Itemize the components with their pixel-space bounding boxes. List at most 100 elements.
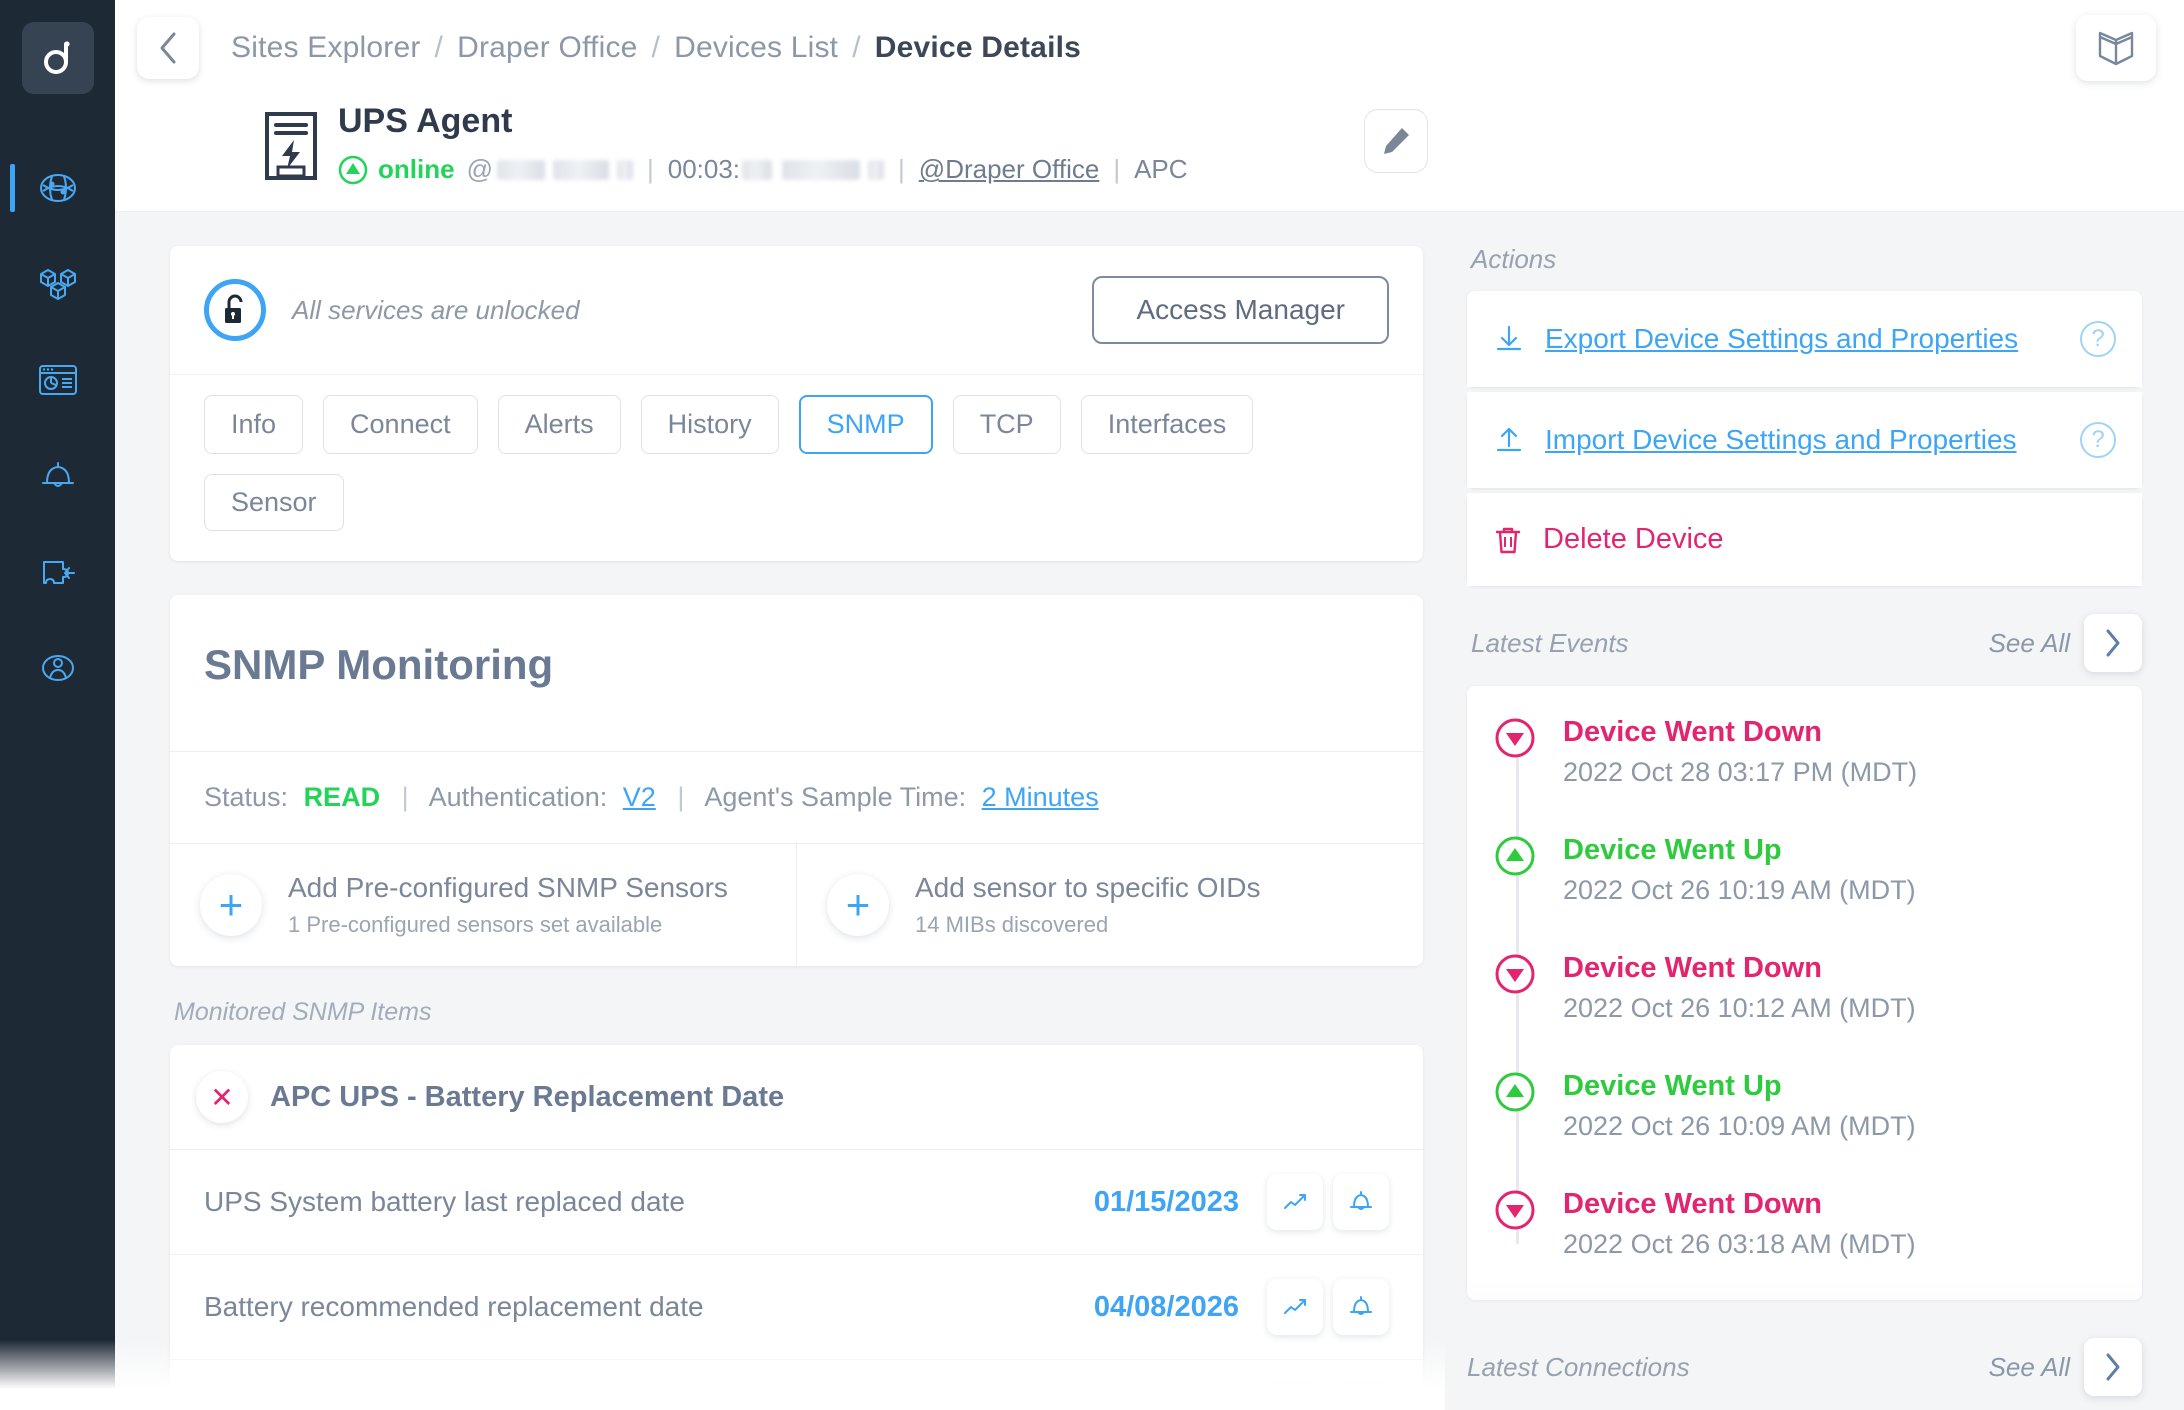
latest-connections-see-all[interactable]: See All: [1989, 1352, 2070, 1383]
chevron-right-icon: [2106, 629, 2120, 657]
alert-bell-button[interactable]: [1333, 1384, 1389, 1410]
upload-icon: [1496, 428, 1522, 452]
delete-action-label: Delete Device: [1543, 523, 1724, 556]
monitored-items-card: ✕ APC UPS - Battery Replacement Date UPS…: [170, 1045, 1423, 1410]
alert-bell-button[interactable]: [1333, 1174, 1389, 1231]
export-action-label: Export Device Settings and Properties: [1545, 323, 2019, 355]
bell-icon: [1354, 1401, 1368, 1410]
latest-events-see-all[interactable]: See All: [1989, 628, 2070, 659]
tab-history[interactable]: History: [640, 395, 779, 455]
sidebar-item-profile[interactable]: [0, 620, 115, 716]
import-device-settings-action[interactable]: Import Device Settings and Properties ?: [1467, 392, 2142, 489]
at-symbol-ip: @: [466, 154, 493, 185]
tab-tcp[interactable]: TCP: [952, 395, 1061, 455]
actions-label: Actions: [1471, 244, 1557, 275]
mac-redacted-2: [782, 159, 861, 180]
documentation-button[interactable]: [2076, 14, 2156, 81]
export-device-settings-action[interactable]: Export Device Settings and Properties ?: [1467, 291, 2142, 388]
breadcrumb-item-1[interactable]: Draper Office: [457, 31, 637, 65]
add-preconfigured-sensors-action[interactable]: + Add Pre-configured SNMP Sensors 1 Pre-…: [170, 844, 796, 966]
tab-alerts[interactable]: Alerts: [497, 395, 621, 455]
list-item[interactable]: Device Went Down 2022 Oct 26 03:18 AM (M…: [1467, 1188, 2142, 1280]
tab-info[interactable]: Info: [204, 395, 304, 455]
device-vendor: APC: [1134, 154, 1188, 185]
breadcrumb-separator: /: [651, 30, 661, 64]
event-title: Device Went Down: [1563, 1188, 1822, 1221]
edit-device-button[interactable]: [1364, 109, 1428, 173]
sidebar-item-integrations[interactable]: [0, 524, 115, 620]
open-book-icon: [2098, 31, 2134, 65]
divider-3: |: [1113, 154, 1121, 185]
access-row: All services are unlocked Access Manager: [170, 246, 1423, 374]
app-logo[interactable]: [21, 22, 94, 94]
snmp-sample-value[interactable]: 2 Minutes: [982, 782, 1099, 812]
breadcrumb-item-0[interactable]: Sites Explorer: [231, 31, 421, 65]
trend-chart-icon: [1284, 1194, 1306, 1210]
alert-bell-button[interactable]: [1333, 1279, 1389, 1336]
event-title: Device Went Down: [1563, 952, 1822, 985]
add-oid-sensor-action[interactable]: + Add sensor to specific OIDs 14 MIBs di…: [796, 844, 1423, 967]
tab-sensor[interactable]: Sensor: [204, 474, 344, 532]
status-up-icon: [338, 155, 368, 185]
access-manager-button[interactable]: Access Manager: [1092, 276, 1389, 345]
add-oid-text: Add sensor to specific OIDs 14 MIBs disc…: [915, 872, 1260, 938]
sidebar-item-reports[interactable]: [0, 332, 115, 428]
tab-connect[interactable]: Connect: [323, 395, 478, 455]
latest-connections-next-button[interactable]: [2084, 1338, 2142, 1396]
x-close-icon[interactable]: ✕: [196, 1071, 248, 1124]
lock-status-indicator: [204, 279, 266, 342]
chevron-right-icon: [2106, 1353, 2120, 1381]
left-content-column: All services are unlocked Access Manager…: [0, 212, 2184, 1410]
back-button[interactable]: [137, 16, 199, 79]
add-oid-title: Add sensor to specific OIDs: [915, 872, 1261, 904]
bell-alerts-icon: [41, 462, 74, 487]
bell-icon: [1350, 1296, 1372, 1316]
tab-interfaces[interactable]: Interfaces: [1080, 395, 1254, 455]
chevron-left-icon: [160, 32, 176, 63]
trend-chart-button[interactable]: [1267, 1384, 1323, 1410]
event-title: Device Went Up: [1563, 1070, 1782, 1103]
snmp-divider-2: |: [677, 782, 685, 813]
trend-chart-icon: [1298, 1404, 1306, 1410]
add-preconfigured-subtitle: 1 Pre-configured sensors set available: [288, 912, 663, 938]
site-link[interactable]: @Draper Office: [919, 154, 1100, 185]
d-logo-icon: [43, 41, 70, 74]
snmp-auth-prefix: Authentication:: [428, 782, 608, 813]
device-icon-wrap: [263, 111, 319, 186]
event-timestamp: 2022 Oct 26 03:18 AM (MDT): [1563, 1229, 1916, 1260]
snmp-auth-value[interactable]: V2: [623, 782, 656, 812]
event-up-icon: [1493, 834, 1541, 906]
divider-2: |: [898, 154, 905, 185]
snmp-title: SNMP Monitoring: [204, 641, 554, 689]
import-action-label: Import Device Settings and Properties: [1545, 424, 2017, 456]
import-help-icon[interactable]: ?: [2080, 422, 2116, 459]
mac-redacted-3: [868, 159, 885, 180]
list-item[interactable]: Device Went Down 2022 Oct 28 03:17 PM (M…: [1467, 716, 2142, 834]
latest-connections-header: Latest Connections See All: [1467, 1338, 2142, 1396]
delete-device-action[interactable]: Delete Device: [1467, 493, 2142, 587]
latest-events-next-button[interactable]: [2084, 614, 2142, 673]
snmp-status-line: Status: READ | Authentication: V2 | Agen…: [170, 751, 1423, 843]
list-item[interactable]: Device Went Up 2022 Oct 26 10:09 AM (MDT…: [1467, 1070, 2142, 1188]
list-item[interactable]: Device Went Up 2022 Oct 26 10:19 AM (MDT…: [1467, 834, 2142, 952]
trend-chart-button[interactable]: [1267, 1174, 1323, 1231]
sidebar-item-inventory[interactable]: [0, 236, 115, 332]
breadcrumb-item-current: Device Details: [874, 30, 1082, 64]
breadcrumb-item-2[interactable]: Devices List: [674, 31, 838, 65]
latest-events-header: Latest Events See All: [1471, 614, 2142, 673]
list-item[interactable]: Device Went Down 2022 Oct 26 10:12 AM (M…: [1467, 952, 2142, 1070]
event-text: Device Went Up 2022 Oct 26 10:09 AM (MDT…: [1563, 1070, 1916, 1142]
trend-chart-button[interactable]: [1267, 1279, 1323, 1336]
import-action-card: Import Device Settings and Properties ?: [1467, 392, 2142, 489]
tab-snmp[interactable]: SNMP: [798, 395, 933, 455]
event-text: Device Went Down 2022 Oct 26 10:12 AM (M…: [1563, 952, 1916, 1024]
sidebar-item-alerts[interactable]: [0, 428, 115, 524]
cubes-inventory-icon: [39, 269, 76, 300]
latest-events-card: Device Went Down 2022 Oct 28 03:17 PM (M…: [1467, 686, 2142, 1301]
export-help-icon[interactable]: ?: [2080, 321, 2116, 358]
device-meta: UPS Agent online @ | 00:03: | @Draper Of…: [338, 102, 1188, 185]
mac-prefix: 00:03:: [667, 154, 741, 185]
sidebar-item-sites[interactable]: [0, 140, 115, 236]
event-title: Device Went Down: [1563, 716, 1822, 749]
event-timestamp: 2022 Oct 26 10:19 AM (MDT): [1563, 875, 1916, 906]
